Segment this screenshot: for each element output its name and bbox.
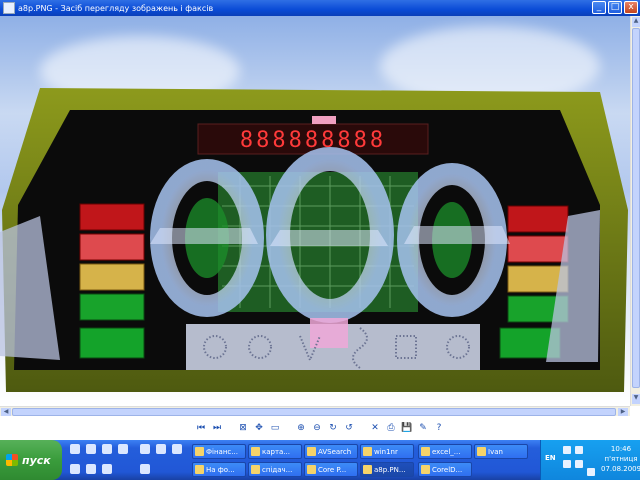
title-bar: a8p.PNG - Засіб перегляду зображень і фа… [0,0,640,16]
quick-launch-app4-icon[interactable] [172,444,182,454]
taskbar-button[interactable]: спідач... [248,462,302,477]
taskbar-button-label: Фінанс... [206,447,238,456]
quick-launch-media-icon[interactable] [102,464,112,474]
quick-launch-firefox-icon[interactable] [86,464,96,474]
taskbar-button[interactable]: AVSearch [304,444,358,459]
horizontal-scrollbar[interactable]: ◀ ▶ [0,406,630,416]
horizontal-scroll-thumb[interactable] [12,408,616,416]
window-icon [251,465,260,474]
clock[interactable]: 10:46 п'ятниця 07.08.2009 [601,444,640,474]
edit-button[interactable]: ✎ [417,422,429,434]
window-icon [195,465,204,474]
app-icon [3,2,15,14]
quick-launch-desktop-icon[interactable] [70,444,80,454]
viewer-toolbar: ⏮ ⏭ ⊠ ✥ ▭ ⊕ ⊖ ↻ ↺ ✕ ⎙ 💾 ✎? [0,416,640,440]
image-viewer[interactable]: 888888888 [0,16,630,406]
taskbar-button-label: Core P... [318,465,347,474]
quick-launch-opera-icon[interactable] [140,464,150,474]
window-icon [307,447,316,456]
rotate-clockwise-button[interactable]: ↻ [327,422,339,434]
best-fit-button[interactable]: ⊠ [237,422,249,434]
help-button[interactable]: ? [433,422,445,434]
quick-launch-app2-icon[interactable] [140,444,150,454]
window-icon [363,465,372,474]
left-level-bars [79,203,145,359]
dashboard-image: 888888888 [0,88,628,392]
quick-launch-app5-icon[interactable] [70,464,80,474]
taskbar-button[interactable]: На фо... [192,462,246,477]
window-icon [421,465,430,474]
taskbar-button[interactable]: CorelD... [418,462,472,477]
save-button[interactable]: 💾 [401,422,413,434]
taskbar-button-label: CorelD... [432,465,463,474]
taskbar-button[interactable]: картa... [248,444,302,459]
taskbar-button[interactable]: Фінанс... [192,444,246,459]
quick-launch-app3-icon[interactable] [156,444,166,454]
quick-launch-doc-icon[interactable] [86,444,96,454]
taskbar-button[interactable]: excel_... [418,444,472,459]
tray-antivirus-icon[interactable] [575,460,583,468]
window-icon [421,447,430,456]
taskbar-button-label: excel_... [432,447,461,456]
tray-flag-icon[interactable] [575,446,583,454]
taskbar-button[interactable]: Ivan [474,444,528,459]
taskbar-button[interactable]: win1nr [360,444,414,459]
clock-time: 10:46 [610,445,632,453]
window-icon [477,447,486,456]
taskbar-button-label: win1nr [374,447,398,456]
scroll-right-icon[interactable]: ▶ [618,408,628,416]
scroll-down-icon[interactable]: ▼ [632,394,640,404]
taskbar-button-label: На фо... [206,465,235,474]
tray-volume-icon[interactable] [563,460,571,468]
window-icon [251,447,260,456]
scroll-up-icon[interactable]: ▲ [632,17,640,27]
taskbar-button-label: картa... [262,447,291,456]
taskbar-button-label: спідач... [262,465,293,474]
windows-logo-icon [6,454,18,466]
next-image-button[interactable]: ⏭ [211,422,223,434]
quick-launch-ie-icon[interactable] [102,444,112,454]
close-button[interactable]: x [624,1,638,14]
window-icon [307,465,316,474]
taskbar-button[interactable]: Core P... [304,462,358,477]
start-label: пуск [22,453,51,467]
system-tray: EN 10:46 п'ятниця 07.08.2009 [540,440,640,480]
zoom-out-button[interactable]: ⊖ [311,422,323,434]
taskbar-button-label: Ivan [488,447,503,456]
delete-button[interactable]: ✕ [369,422,381,434]
print-button[interactable]: ⎙ [385,422,397,434]
taskbar-button-label: AVSearch [318,447,352,456]
taskbar-button-label: a8p.PN... [374,465,406,474]
window-controls: _ □ x [592,1,638,14]
window-title: a8p.PNG - Засіб перегляду зображень і фа… [18,3,214,13]
scroll-left-icon[interactable]: ◀ [1,408,11,416]
slideshow-button[interactable]: ▭ [269,422,281,434]
vertical-scrollbar[interactable]: ▲ ▼ [630,16,640,406]
clock-date: 07.08.2009 [601,465,640,473]
taskbar: пуск Фінанс... картa... AVSearch win1nr exce… [0,440,640,480]
quick-launch-app-icon[interactable] [118,444,128,454]
maximize-button[interactable]: □ [608,1,622,14]
tray-star-icon[interactable] [587,468,595,476]
previous-image-button[interactable]: ⏮ [195,422,207,434]
start-button[interactable]: пуск [0,440,62,480]
zoom-in-button[interactable]: ⊕ [295,422,307,434]
tray-network-icon[interactable] [563,446,571,454]
window-icon [363,447,372,456]
vertical-scroll-thumb[interactable] [632,28,640,388]
minimize-button[interactable]: _ [592,1,606,14]
taskbar-button[interactable]: a8p.PN... [360,462,414,477]
actual-size-button[interactable]: ✥ [253,422,265,434]
led-display: 888888888 [240,128,386,153]
clock-day: п'ятниця [604,455,638,463]
language-indicator[interactable]: EN [545,454,556,462]
rotate-counterclockwise-button[interactable]: ↺ [343,422,355,434]
window-icon [195,447,204,456]
